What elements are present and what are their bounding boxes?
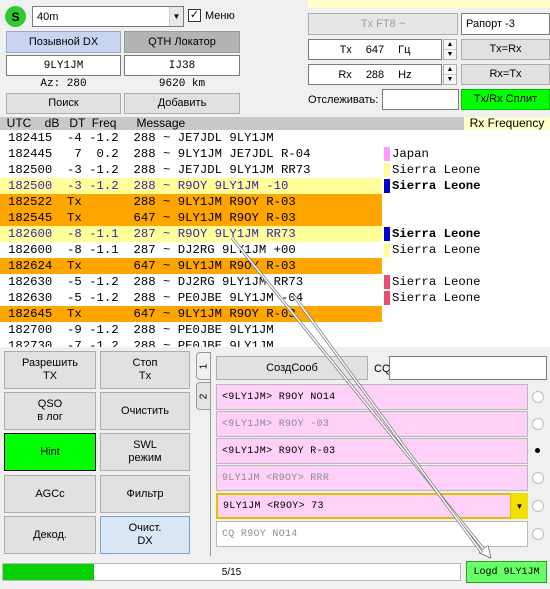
annotation-arrows — [230, 237, 550, 589]
